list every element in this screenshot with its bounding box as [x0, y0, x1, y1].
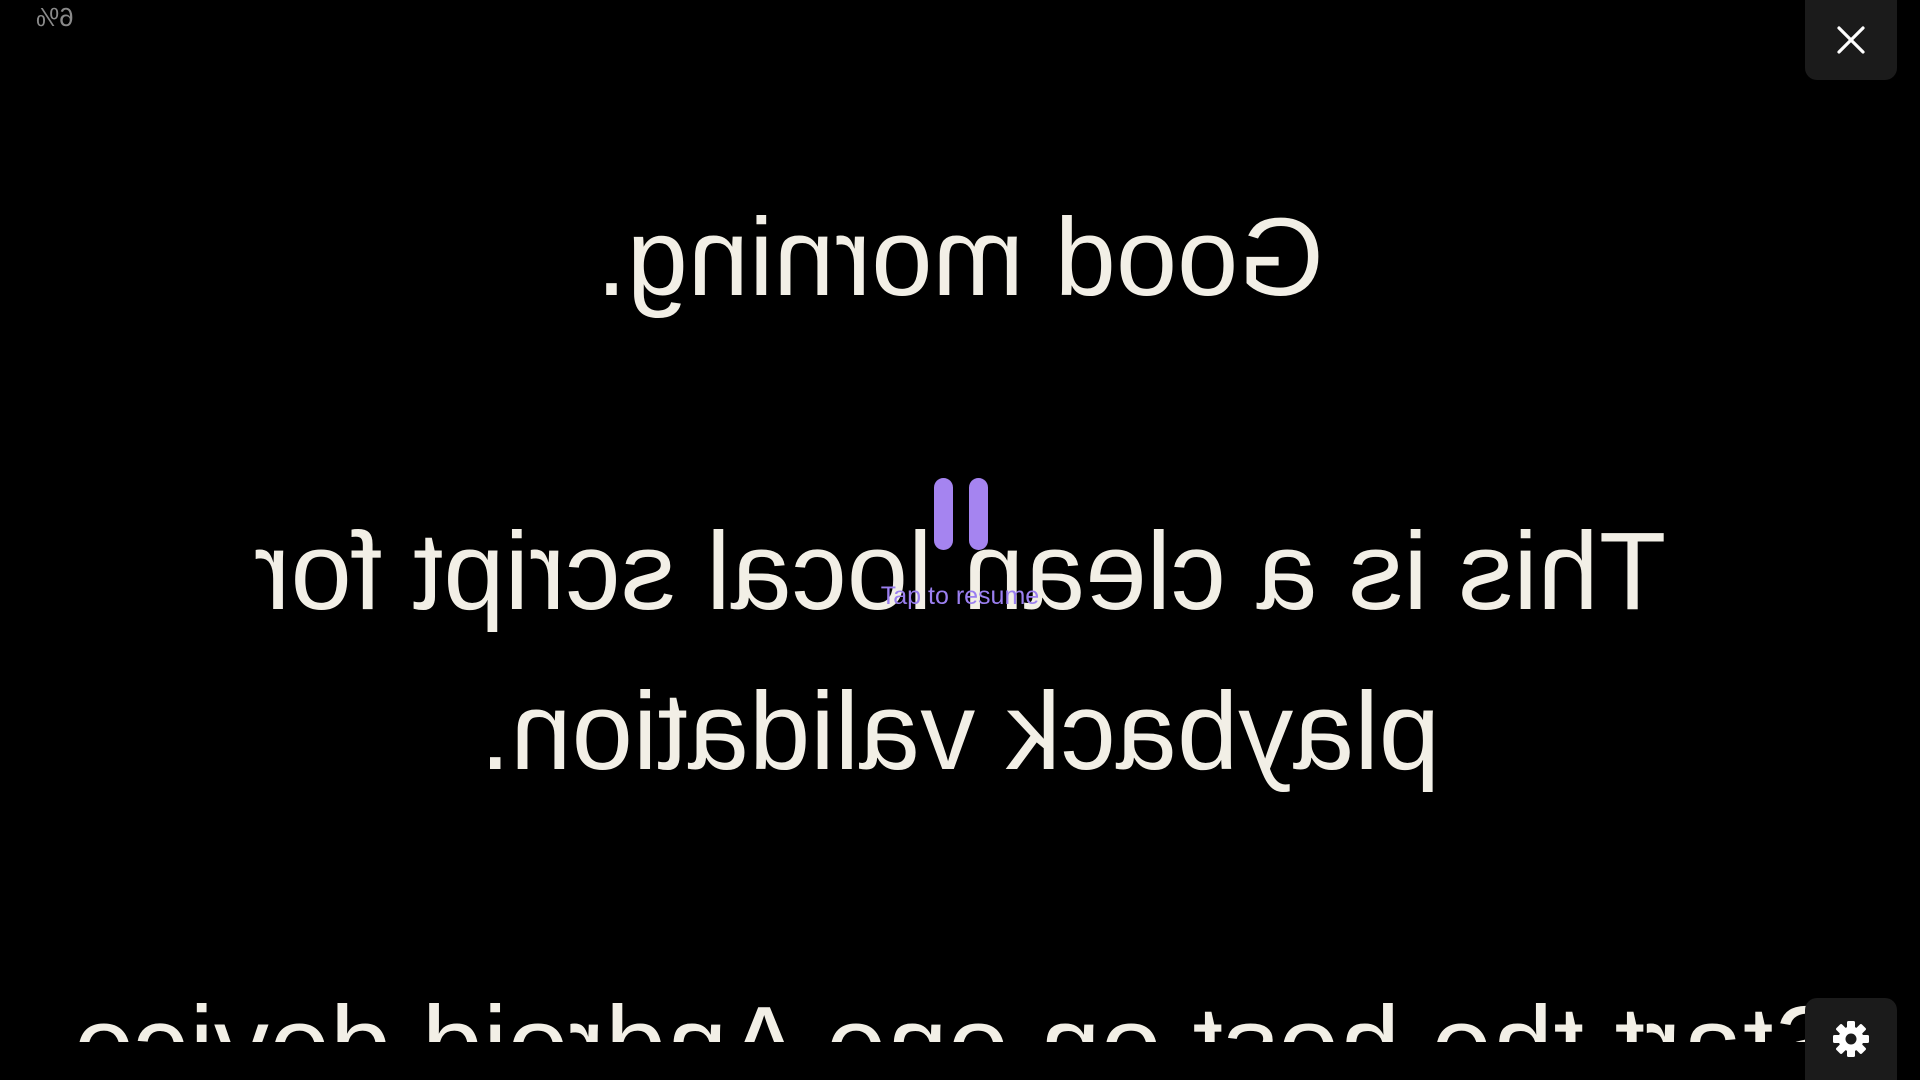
pause-bar: [934, 478, 953, 550]
settings-button[interactable]: [1805, 998, 1897, 1080]
progress-percent: 6%: [36, 2, 74, 32]
script-line: playback validation.: [479, 670, 1441, 793]
prompter-stage[interactable]: Good morning. This is a clean local scri…: [0, 0, 1920, 1080]
close-icon: [1837, 26, 1865, 54]
pause-icon: [934, 478, 988, 550]
resume-label: Tap to resume: [880, 582, 1040, 610]
script-line: Start the host on one Android device: [0, 966, 1920, 1042]
close-button[interactable]: [1805, 0, 1897, 80]
pause-overlay[interactable]: Tap to resume: [860, 470, 1060, 620]
gear-icon: [1833, 1021, 1869, 1057]
pause-bar: [969, 478, 988, 550]
script-line: Good morning.: [596, 196, 1324, 319]
